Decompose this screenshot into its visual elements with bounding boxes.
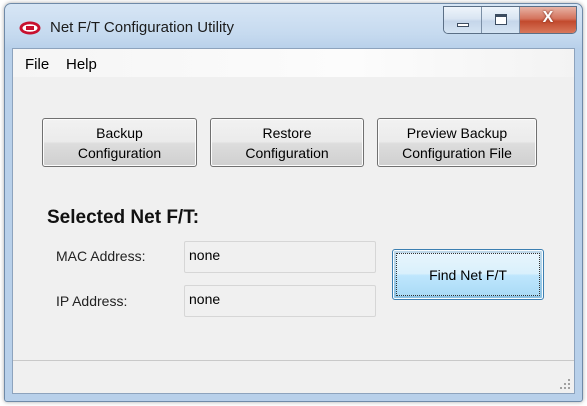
- restore-configuration-label: Restore Configuration: [245, 124, 329, 161]
- status-bar: [13, 360, 574, 393]
- preview-backup-label: Preview Backup Configuration File: [402, 124, 512, 161]
- title-bar[interactable]: Net F/T Configuration Utility X: [5, 4, 582, 48]
- ati-logo-icon: [19, 21, 41, 35]
- preview-backup-button[interactable]: Preview Backup Configuration File: [377, 118, 537, 167]
- close-glyph: X: [542, 9, 554, 26]
- restore-configuration-button[interactable]: Restore Configuration: [210, 118, 364, 167]
- menu-bar: File Help: [13, 49, 574, 77]
- selected-net-ft-heading: Selected Net F/T:: [47, 207, 200, 228]
- backup-configuration-button[interactable]: Backup Configuration: [42, 118, 197, 167]
- close-icon[interactable]: X: [520, 7, 576, 33]
- resize-grip-icon[interactable]: [559, 378, 571, 390]
- find-net-ft-button[interactable]: Find Net F/T: [392, 249, 544, 300]
- ip-address-label: IP Address:: [56, 293, 128, 309]
- ip-address-field: none: [184, 285, 376, 317]
- mac-address-label: MAC Address:: [56, 248, 146, 264]
- mac-address-value: none: [189, 247, 221, 263]
- maximize-icon[interactable]: [482, 7, 520, 33]
- ip-address-value: none: [189, 291, 221, 307]
- caption-buttons: X: [443, 6, 577, 34]
- client-area: File Help Backup Configuration Restore C…: [12, 48, 575, 394]
- menu-file[interactable]: File: [25, 56, 49, 73]
- app-window: Net F/T Configuration Utility X File Hel…: [4, 3, 583, 402]
- minimize-icon[interactable]: [444, 7, 482, 33]
- menu-help[interactable]: Help: [66, 56, 97, 73]
- window-title: Net F/T Configuration Utility: [50, 19, 234, 36]
- backup-configuration-label: Backup Configuration: [77, 124, 162, 161]
- focus-rectangle: [396, 253, 540, 296]
- mac-address-field: none: [184, 241, 376, 273]
